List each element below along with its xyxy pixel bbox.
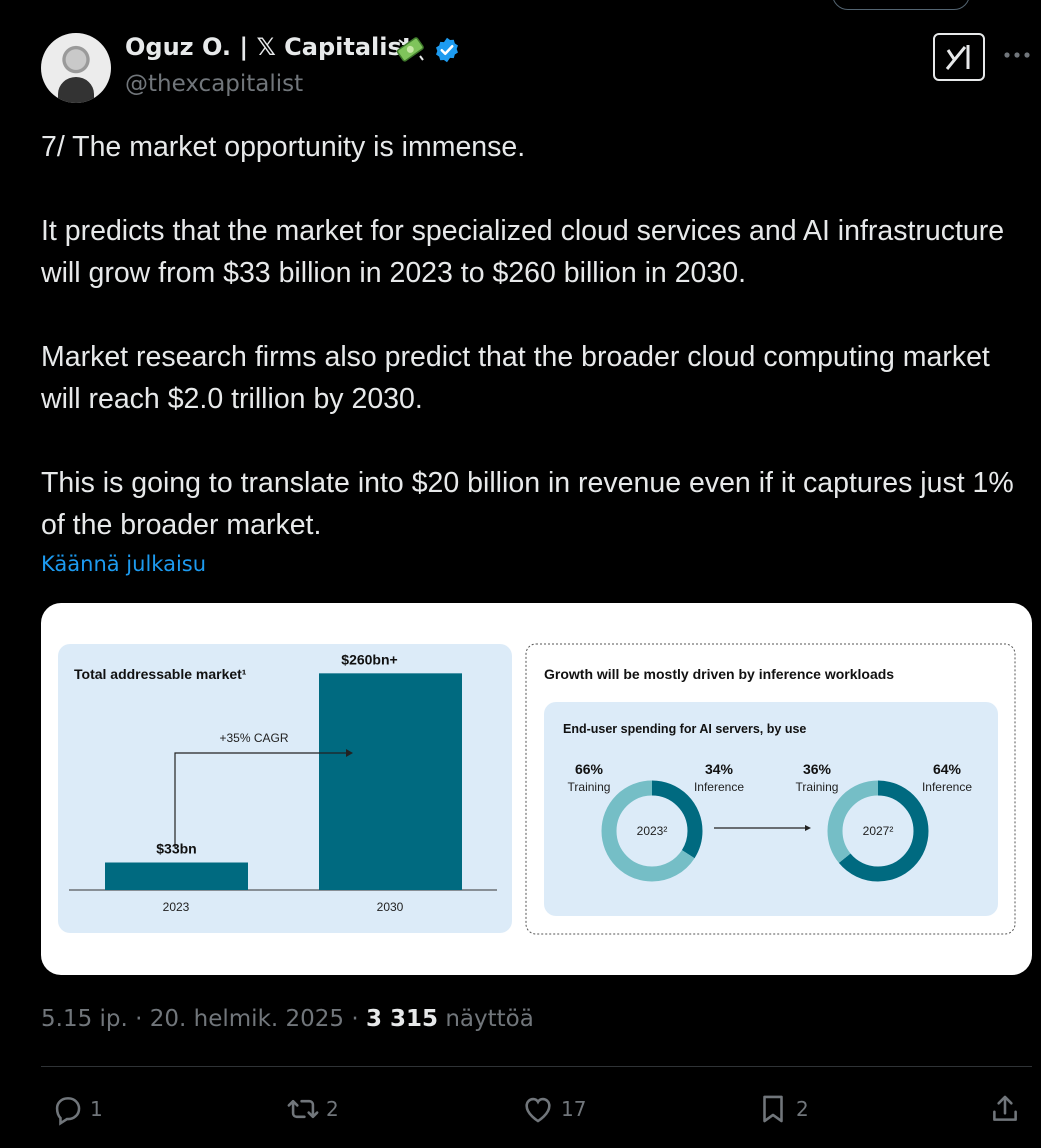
slice-percent-label: 34% [705, 761, 734, 777]
cagr-annotation: +35% CAGR [219, 731, 288, 745]
tweet-time[interactable]: 5.15 ip. [41, 1006, 128, 1032]
bar-value-label: $260bn+ [341, 651, 397, 667]
repost-icon [287, 1099, 319, 1119]
slice-percent-label: 36% [803, 761, 832, 777]
bookmark-count: 2 [796, 1097, 809, 1121]
tweet-paragraph: 7/ The market opportunity is immense. [41, 131, 526, 163]
repost-button[interactable]: 2 [286, 1090, 339, 1128]
author-name[interactable]: Oguz O. | 𝕏 Capitalist [125, 33, 413, 61]
tweet-image[interactable]: Total addressable market¹ +35% CAGR $33b… [41, 603, 1032, 975]
author-handle[interactable]: @thexcapitalist [125, 71, 303, 97]
donut-center-label: 2023² [637, 824, 668, 838]
slice-percent-label: 64% [933, 761, 962, 777]
meta-separator: · [127, 1006, 150, 1032]
like-count: 17 [561, 1097, 587, 1121]
x-tick-label: 2030 [377, 900, 404, 914]
market-chart-image: Total addressable market¹ +35% CAGR $33b… [58, 643, 1016, 935]
tam-bar [319, 673, 462, 890]
reply-button[interactable]: 1 [50, 1090, 103, 1128]
repost-count: 2 [326, 1097, 339, 1121]
translate-post-link[interactable]: Käännä julkaisu [41, 552, 206, 576]
slice-name-label: Training [796, 780, 839, 794]
money-icon [396, 37, 424, 62]
views-label: näyttöä [445, 1006, 534, 1032]
grok-icon[interactable] [933, 33, 985, 81]
bookmark-icon [763, 1095, 783, 1123]
avatar[interactable] [41, 33, 111, 103]
tweet-date[interactable]: 20. helmik. 2025 [150, 1006, 344, 1032]
slice-percent-label: 66% [575, 761, 604, 777]
more-options-icon[interactable] [1002, 48, 1032, 62]
slice-name-label: Inference [922, 780, 972, 794]
donut-center-label: 2027² [863, 824, 894, 838]
reply-count: 1 [90, 1097, 103, 1121]
tweet-text: 7/ The market opportunity is immense. It… [41, 126, 1031, 588]
heart-icon [525, 1097, 551, 1123]
tweet-paragraph: It predicts that the market for speciali… [41, 215, 1005, 289]
share-icon [993, 1095, 1017, 1121]
tweet-paragraph: This is going to translate into $20 bill… [41, 467, 1014, 541]
bookmark-button[interactable]: 2 [756, 1090, 809, 1128]
share-button[interactable] [988, 1090, 1022, 1128]
verified-icon [436, 37, 458, 63]
tam-title: Total addressable market¹ [74, 666, 247, 682]
like-button[interactable]: 17 [521, 1090, 586, 1128]
inference-title: Growth will be mostly driven by inferenc… [544, 666, 894, 682]
reply-icon [55, 1097, 81, 1126]
bar-value-label: $33bn [156, 841, 196, 857]
x-tick-label: 2023 [163, 900, 190, 914]
tweet-paragraph: Market research firms also predict that … [41, 341, 990, 415]
top-pill-button[interactable] [832, 0, 970, 10]
meta-separator: · [344, 1006, 366, 1032]
views-count: 3 315 [365, 1006, 439, 1032]
tweet-meta: 5.15 ip. · 20. helmik. 2025 · 3 315 näyt… [41, 1006, 534, 1032]
tam-bar [105, 862, 248, 890]
divider [41, 1066, 1032, 1067]
inference-subtitle: End-user spending for AI servers, by use [563, 722, 806, 736]
slice-name-label: Training [568, 780, 611, 794]
slice-name-label: Inference [694, 780, 744, 794]
